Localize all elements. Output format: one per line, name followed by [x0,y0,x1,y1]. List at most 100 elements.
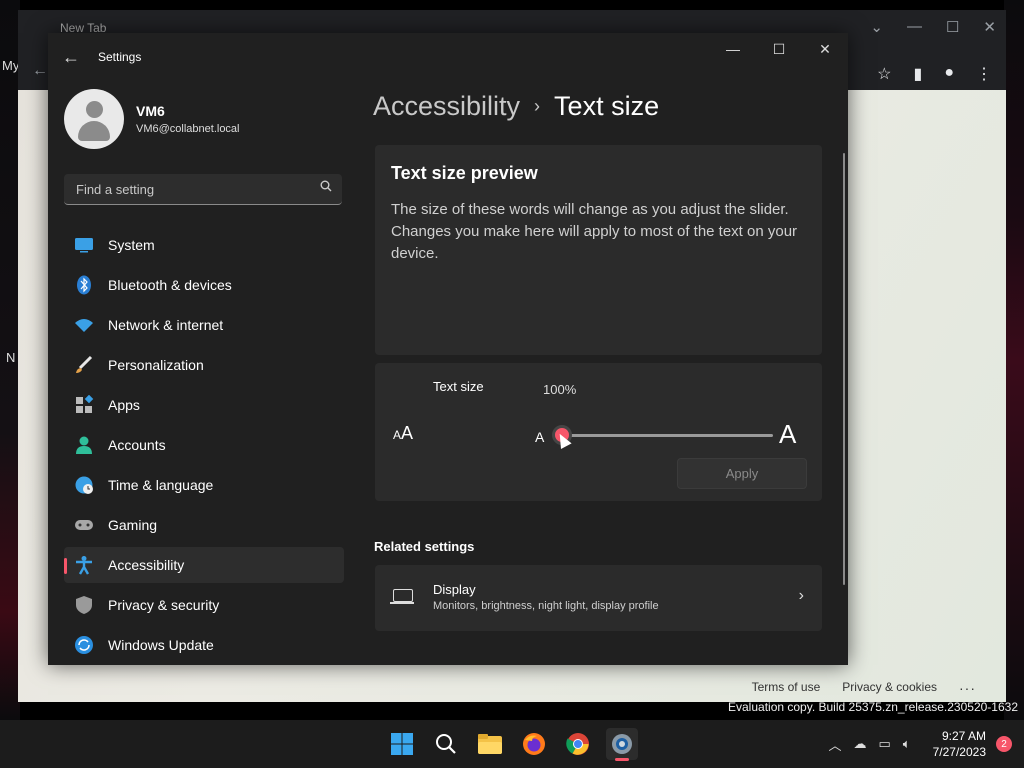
settings-taskbar-button[interactable] [606,728,638,761]
chrome-button[interactable] [562,728,594,760]
minimize-icon: — [726,41,740,57]
display-title: Display [433,582,476,597]
clock[interactable]: 9:27 AM 7/27/2023 [933,728,986,760]
firefox-icon [523,733,545,755]
more-icon[interactable]: ··· [959,680,976,696]
build-watermark: Evaluation copy. Build 25375.zn_release.… [728,700,1018,714]
sidebar-item-bluetooth[interactable]: Bluetooth & devices [64,267,344,303]
notification-badge[interactable]: 2 [996,736,1012,752]
large-a-glyph: A [779,419,797,449]
desktop-icon-label[interactable]: N [6,350,15,365]
title-bar: ← Settings — ☐ ✕ [48,33,848,81]
sidebar-item-label: Windows Update [108,637,214,653]
desktop-left-strip: My N [0,0,20,720]
more-vert-icon[interactable]: ⋮ [976,64,992,84]
globe-icon [74,475,94,495]
system-icon [74,235,94,255]
profile-icon[interactable]: ● [944,64,954,84]
back-arrow-icon[interactable]: ← [62,47,82,67]
settings-icon [612,734,632,754]
browser-footer: Terms of use Privacy & cookies ··· [752,680,976,696]
brush-icon [74,355,94,375]
sidebar-item-windows-update[interactable]: Windows Update [64,627,344,663]
file-explorer-icon [478,734,502,754]
desktop-icon-label[interactable]: My [2,58,19,73]
sidebar-item-label: Apps [108,397,140,413]
search-input[interactable] [74,181,308,198]
taskbar-search-button[interactable] [430,728,462,760]
sidebar-item-personalization[interactable]: Personalization [64,347,344,383]
apps-icon [74,395,94,415]
sidebar-item-accounts[interactable]: Accounts [64,427,344,463]
terms-link[interactable]: Terms of use [752,680,821,696]
minimize-icon[interactable]: — [907,18,922,36]
display-link-card[interactable]: Display Monitors, brightness, night ligh… [375,565,822,631]
network-icon[interactable]: ▭ [879,736,891,752]
sidebar-item-label: Network & internet [108,317,224,333]
text-size-slider-track[interactable] [559,434,773,437]
sidebar-item-privacy[interactable]: Privacy & security [64,587,344,623]
accounts-icon [74,435,94,455]
bluetooth-icon [74,275,94,295]
search-icon[interactable] [320,180,332,195]
chevron-down-icon[interactable]: ⌄ [870,18,883,36]
close-icon[interactable]: ✕ [983,18,996,36]
related-settings-heading: Related settings [374,539,475,554]
apply-button[interactable]: Apply [677,458,807,489]
close-button[interactable]: ✕ [802,33,848,65]
sidepanel-icon[interactable]: ▮ [914,64,923,84]
text-size-card: AA Text size 100% A A Apply [375,363,822,501]
breadcrumb: Accessibility › Text size [373,91,659,122]
sidebar-item-network[interactable]: Network & internet [64,307,344,343]
taskbar: ︿ ☁ ▭ 🔈︎ 9:27 AM 7/27/2023 2 [0,720,1024,768]
sidebar-nav: System Bluetooth & devices Network & int… [64,227,344,665]
close-icon: ✕ [819,40,831,57]
star-icon[interactable]: ☆ [877,64,891,84]
accessibility-icon [74,555,94,575]
firefox-button[interactable] [518,728,550,760]
chevron-right-icon: › [798,587,804,604]
chevron-right-icon: › [534,96,541,116]
sidebar-item-accessibility[interactable]: Accessibility [64,547,344,583]
app-title: Settings [98,50,142,64]
clock-date: 7/27/2023 [932,745,986,759]
search-icon [436,734,456,754]
sidebar-item-label: Privacy & security [108,597,220,613]
privacy-link[interactable]: Privacy & cookies [842,680,937,696]
back-arrow-icon[interactable]: ← [32,62,48,80]
windows-start-icon [391,733,413,755]
sidebar-item-time-language[interactable]: Time & language [64,467,344,503]
volume-icon[interactable]: 🔈︎ [903,736,911,752]
search-box [64,174,342,205]
start-button[interactable] [386,728,418,760]
minimize-button[interactable]: — [710,33,756,65]
sidebar-item-label: Time & language [108,477,214,493]
avatar [64,89,124,149]
sidebar-item-label: Accessibility [108,557,185,573]
user-email: VM6@collabnet.local [136,123,240,135]
sidebar-item-system[interactable]: System [64,227,344,263]
small-a-glyph: A [535,429,545,445]
wifi-icon [74,315,94,335]
browser-window-controls: ⌄ — ☐ ✕ [870,18,996,36]
user-profile[interactable]: VM6 VM6@collabnet.local [64,89,240,149]
maximize-icon[interactable]: ☐ [946,18,959,36]
sidebar-item-label: Personalization [108,357,204,373]
settings-window: ← Settings — ☐ ✕ VM6 VM6@collabnet.local… [48,33,848,665]
text-size-icon: AA [393,423,414,443]
system-tray: ︿ ☁ ▭ 🔈︎ 9:27 AM 7/27/2023 2 [822,720,1024,768]
update-icon [74,635,94,655]
file-explorer-button[interactable] [474,728,506,760]
chevron-up-icon[interactable]: ︿ [828,735,841,754]
display-subtitle: Monitors, brightness, night light, displ… [433,600,659,612]
breadcrumb-parent[interactable]: Accessibility [373,91,520,122]
maximize-button[interactable]: ☐ [756,33,802,65]
cloud-offline-icon[interactable]: ☁ [854,736,867,752]
chrome-icon [566,733,589,755]
scrollbar[interactable] [843,153,845,585]
sidebar-item-apps[interactable]: Apps [64,387,344,423]
shield-icon [74,595,94,615]
clock-time: 9:27 AM [941,729,986,743]
user-name: VM6 [136,103,165,119]
sidebar-item-gaming[interactable]: Gaming [64,507,344,543]
